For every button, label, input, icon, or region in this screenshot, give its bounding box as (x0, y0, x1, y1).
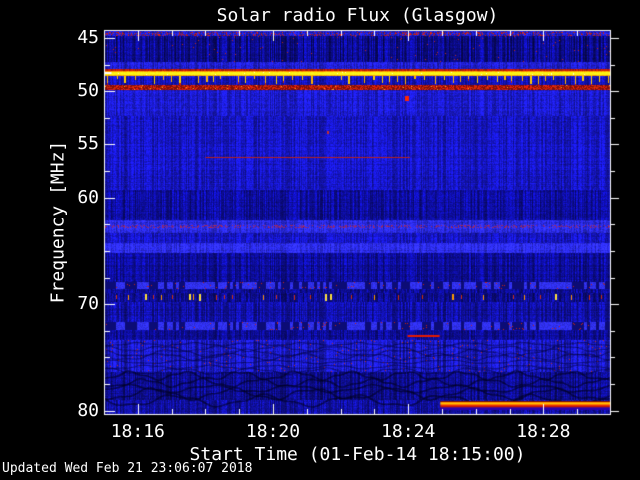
y-axis-tick-label: 55 (77, 133, 99, 155)
y-axis-title: Frequency [MHz] (47, 140, 69, 304)
updated-timestamp: Updated Wed Feb 21 23:06:07 2018 (2, 461, 253, 476)
x-axis-tick-label: 18:20 (245, 421, 301, 442)
y-axis-tick-label: 45 (77, 26, 99, 48)
x-axis-tick-label: 18:24 (381, 421, 436, 442)
chart-title: Solar radio Flux (Glasgow) (216, 5, 499, 26)
y-axis-tick-label: 50 (77, 80, 99, 102)
x-axis-tick-label: 18:16 (110, 421, 165, 442)
y-axis-tick-label: 70 (77, 293, 99, 315)
solar-radio-spectrogram-window: Solar radio Flux (Glasgow) Frequency [MH… (0, 0, 640, 480)
y-axis-tick-label: 80 (77, 399, 99, 421)
y-axis-tick-label: 60 (77, 186, 99, 208)
x-axis-tick-label: 18:28 (516, 421, 571, 442)
